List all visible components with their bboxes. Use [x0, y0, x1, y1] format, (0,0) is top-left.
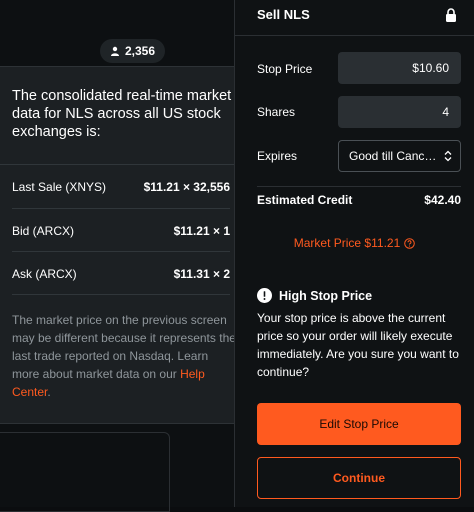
- owners-count: 2,356: [125, 44, 156, 58]
- estimated-credit-row: Estimated Credit $42.40: [257, 193, 461, 207]
- popover-title: The consolidated real-time market data f…: [12, 88, 232, 140]
- market-data-popover: The consolidated real-time market data f…: [0, 66, 252, 424]
- quote-row-last-sale: Last Sale (XNYS) $11.21 × 32,556: [12, 165, 230, 208]
- quote-label: Last Sale (XNYS): [12, 179, 107, 194]
- market-price-text: Market Price $11.21: [293, 236, 401, 250]
- quote-row-ask: Ask (ARCX) $11.31 × 2: [12, 251, 230, 295]
- estimated-credit-value: $42.40: [424, 193, 461, 207]
- expires-label: Expires: [257, 149, 298, 163]
- left-panel-card: [0, 432, 170, 512]
- expires-value: Good till Canceled: [349, 149, 437, 163]
- continue-button[interactable]: Continue: [257, 457, 461, 499]
- warning-title: High Stop Price: [279, 288, 373, 303]
- market-price-link[interactable]: Market Price $11.21: [235, 236, 474, 250]
- stop-price-label: Stop Price: [257, 62, 313, 76]
- person-icon: [111, 46, 119, 56]
- estimate-divider: [257, 186, 461, 187]
- shares-input[interactable]: 4: [338, 96, 461, 128]
- popover-note: The market price on the previous screen …: [12, 311, 237, 401]
- quote-label: Bid (ARCX): [12, 223, 75, 238]
- quote-value: $11.31 × 2: [173, 266, 230, 281]
- order-title: Sell NLS: [257, 7, 310, 22]
- popover-divider: [12, 294, 230, 295]
- shares-label: Shares: [257, 105, 296, 119]
- warning-message: Your stop price is above the current pri…: [257, 311, 459, 379]
- chevron-up-down-icon: [444, 150, 452, 162]
- help-circle-icon: [404, 237, 416, 249]
- quote-value: $11.21 × 1: [173, 223, 230, 238]
- owners-count-badge[interactable]: 2,356: [100, 39, 166, 63]
- quote-label: Ask (ARCX): [12, 266, 77, 281]
- order-panel: Sell NLS Stop Price $10.60 Shares 4 Expi…: [235, 0, 474, 507]
- lock-icon: [446, 8, 456, 22]
- warning-header: High Stop Price: [257, 288, 372, 303]
- expires-select[interactable]: Good till Canceled: [338, 140, 461, 172]
- stop-price-input[interactable]: $10.60: [338, 52, 461, 84]
- popover-note-end: .: [47, 385, 51, 399]
- alert-icon: [257, 288, 272, 303]
- estimated-credit-label: Estimated Credit: [257, 193, 353, 207]
- quote-value: $11.21 × 32,556: [143, 179, 230, 194]
- quote-row-bid: Bid (ARCX) $11.21 × 1: [12, 208, 230, 252]
- order-panel-header: Sell NLS: [235, 0, 474, 36]
- edit-stop-price-button[interactable]: Edit Stop Price: [257, 403, 461, 445]
